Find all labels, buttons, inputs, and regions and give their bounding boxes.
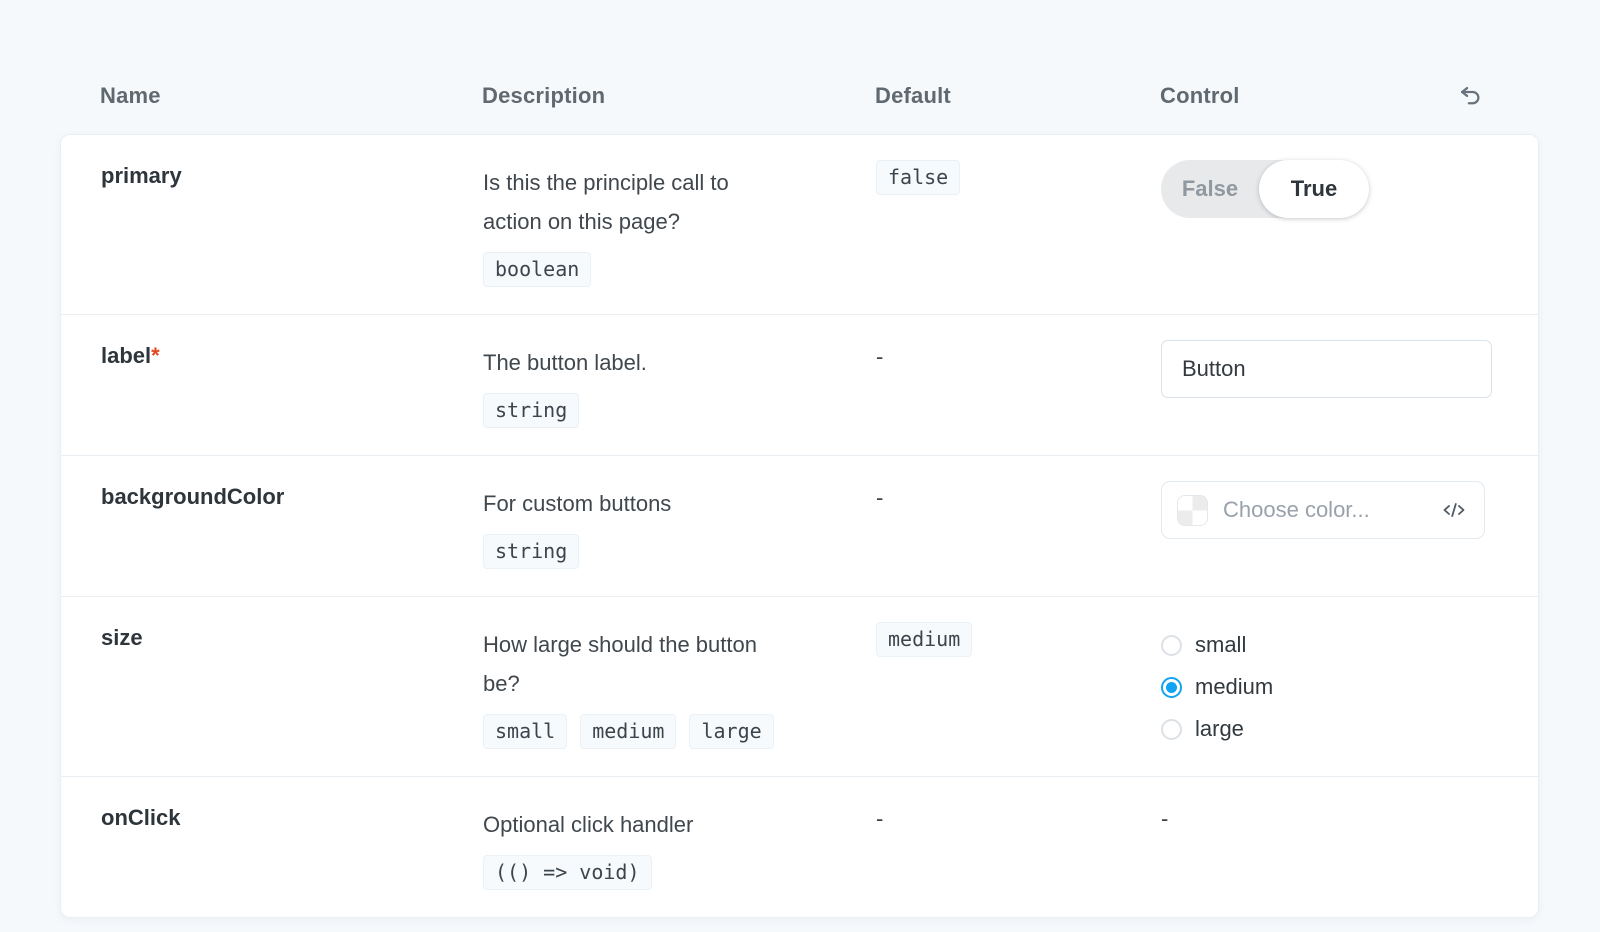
column-header-default: Default	[875, 83, 1160, 109]
type-badge: string	[483, 534, 579, 569]
table-row-primary: primary Is this the principle call to ac…	[61, 135, 1538, 314]
table-row-onClick: onClick Optional click handler (() => vo…	[61, 776, 1538, 917]
reset-controls-button[interactable]	[1453, 79, 1487, 113]
radio-option-large[interactable]: large	[1161, 716, 1498, 742]
type-badge: string	[483, 393, 579, 428]
arg-default: -	[876, 481, 1161, 511]
arg-description: The button label. string	[483, 340, 876, 428]
arg-description-text: Optional click handler	[483, 805, 793, 844]
toggle-true-option[interactable]: True	[1259, 160, 1369, 218]
type-badge: small	[483, 714, 567, 749]
arg-default: medium	[876, 622, 1161, 657]
required-asterisk: *	[151, 343, 160, 368]
radio-circle-selected-icon[interactable]	[1161, 677, 1182, 698]
arg-name-text: primary	[101, 163, 182, 188]
color-picker-placeholder[interactable]: Choose color...	[1223, 497, 1442, 523]
arg-name: backgroundColor	[101, 481, 483, 510]
color-picker-control[interactable]: Choose color...	[1161, 481, 1485, 539]
code-brackets-icon[interactable]	[1442, 498, 1466, 522]
color-swatch-checkerboard[interactable]	[1177, 495, 1208, 526]
radio-option-label: small	[1195, 632, 1246, 658]
no-control-dash: -	[1161, 802, 1168, 832]
arg-name-text: backgroundColor	[101, 484, 284, 509]
type-badge: (() => void)	[483, 855, 652, 890]
column-header-name: Name	[100, 83, 482, 109]
arg-description: For custom buttons string	[483, 481, 876, 569]
table-row-size: size How large should the button be? sma…	[61, 596, 1538, 776]
arg-name: size	[101, 622, 483, 651]
arg-description-text: The button label.	[483, 343, 793, 382]
boolean-toggle-primary[interactable]: False True	[1161, 160, 1369, 218]
arg-control: False True	[1161, 160, 1498, 218]
table-row-label: label* The button label. string -	[61, 314, 1538, 455]
arg-description-text: For custom buttons	[483, 484, 793, 523]
table-row-backgroundColor: backgroundColor For custom buttons strin…	[61, 455, 1538, 596]
args-panel: Name Description Default Control primary…	[0, 0, 1600, 918]
size-radio-group: small medium large	[1161, 622, 1498, 742]
radio-option-small[interactable]: small	[1161, 632, 1498, 658]
arg-control	[1161, 340, 1498, 398]
arg-default: -	[876, 340, 1161, 370]
toggle-false-option[interactable]: False	[1161, 160, 1259, 218]
arg-default: false	[876, 160, 1161, 195]
type-badge: medium	[580, 714, 676, 749]
radio-circle-icon[interactable]	[1161, 719, 1182, 740]
arg-name: label*	[101, 340, 483, 369]
type-badge: large	[689, 714, 773, 749]
default-value-badge: medium	[876, 622, 972, 657]
args-table: primary Is this the principle call to ac…	[60, 134, 1539, 918]
radio-option-medium[interactable]: medium	[1161, 674, 1498, 700]
arg-control: Choose color...	[1161, 481, 1498, 539]
no-default-dash: -	[876, 481, 883, 511]
undo-icon	[1457, 83, 1484, 110]
type-badge: boolean	[483, 252, 591, 287]
column-header-description: Description	[482, 83, 875, 109]
arg-name: primary	[101, 160, 483, 189]
arg-description: Is this the principle call to action on …	[483, 160, 876, 287]
arg-name: onClick	[101, 802, 483, 831]
radio-circle-icon[interactable]	[1161, 635, 1182, 656]
arg-description: How large should the button be? small me…	[483, 622, 876, 749]
arg-control: -	[1161, 802, 1498, 832]
arg-description: Optional click handler (() => void)	[483, 802, 876, 890]
arg-name-text: onClick	[101, 805, 180, 830]
default-value-badge: false	[876, 160, 960, 195]
arg-name-text: size	[101, 625, 143, 650]
arg-default: -	[876, 802, 1161, 832]
no-default-dash: -	[876, 802, 883, 832]
arg-description-text: Is this the principle call to action on …	[483, 163, 793, 241]
radio-option-label: large	[1195, 716, 1244, 742]
arg-name-text: label	[101, 343, 151, 368]
radio-option-label: medium	[1195, 674, 1273, 700]
label-text-input[interactable]	[1161, 340, 1492, 398]
arg-control: small medium large	[1161, 622, 1498, 742]
arg-description-text: How large should the button be?	[483, 625, 793, 703]
args-table-header: Name Description Default Control	[60, 70, 1539, 122]
column-header-control: Control	[1160, 83, 1240, 109]
no-default-dash: -	[876, 340, 883, 370]
